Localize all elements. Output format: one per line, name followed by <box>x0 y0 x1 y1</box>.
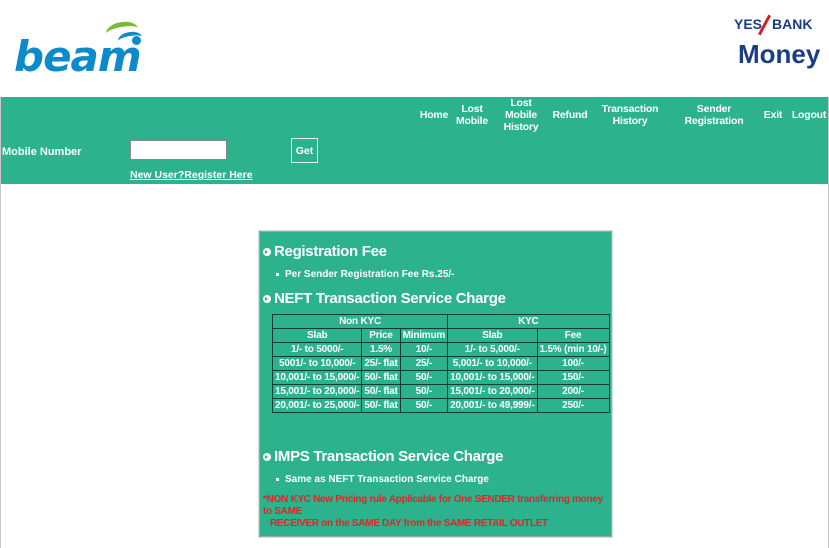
table-cell: 15,001/- to 20,000/- <box>447 384 538 399</box>
note-line-2: RECEIVER on the SAME DAY from the SAME R… <box>270 518 548 529</box>
arrow-bullet-icon <box>263 452 271 461</box>
table-cell: 1.5% (min 10/-) <box>536 342 610 357</box>
column-header: Slab <box>447 328 538 343</box>
table-cell: 50/- <box>399 370 449 385</box>
table-row: 1/- to 5000/- 1.5% 10/- 1/- to 5,000/- 1… <box>271 342 610 357</box>
column-header: Slab <box>271 328 363 343</box>
nav-exit[interactable]: Exit <box>759 97 787 132</box>
table-cell: 50/- <box>399 384 449 399</box>
nav-logout[interactable]: Logout <box>791 97 827 132</box>
registration-fee-title: Registration Fee <box>274 243 387 260</box>
mobile-lookup-bar: Mobile Number Get New User?Register Here <box>1 132 828 184</box>
beam-dot-icon <box>132 36 141 45</box>
kyc-header: KYC <box>447 314 610 329</box>
table-cell: 1.5% <box>361 342 401 357</box>
nav-transaction-history[interactable]: Transaction History <box>590 97 670 132</box>
get-button[interactable]: Get <box>291 138 318 163</box>
column-header: Fee <box>536 328 610 343</box>
column-header: Minimum <box>399 328 449 343</box>
neft-title: NEFT Transaction Service Charge <box>274 290 506 307</box>
table-cell: 50/- flat <box>361 370 401 385</box>
table-cell: 5,001/- to 10,000/- <box>447 356 538 371</box>
non-kyc-header: Non KYC <box>271 314 449 329</box>
beam-logo: beam <box>14 18 154 81</box>
table-cell: 1/- to 5,000/- <box>447 342 538 357</box>
table-cell: 10/- <box>399 342 449 357</box>
table-cell: 50/- flat <box>361 384 401 399</box>
table-cell: 200/- <box>536 384 610 399</box>
table-row: 10,001/- to 15,000/- 50/- flat 50/- 10,0… <box>271 370 610 385</box>
table-cell: 100/- <box>536 356 610 371</box>
yes-logo-text: YES <box>734 16 763 32</box>
service-charges-panel: Registration Fee Per Sender Registration… <box>259 231 612 537</box>
column-header: Price <box>361 328 401 343</box>
bank-logo-text: BANK <box>772 16 813 32</box>
imps-text: Same as NEFT Transaction Service Charge <box>285 474 489 485</box>
square-bullet-icon <box>276 478 279 481</box>
registration-fee-item: Per Sender Registration Fee Rs.25/- <box>276 269 455 280</box>
registration-fee-heading: Registration Fee <box>263 243 387 260</box>
table-row: 15,001/- to 20,000/- 50/- flat 50/- 15,0… <box>271 384 610 399</box>
table-cell: 50/- <box>399 398 449 413</box>
table-cell: 1/- to 5000/- <box>271 342 363 357</box>
square-bullet-icon <box>276 273 279 276</box>
mobile-number-input[interactable] <box>130 140 227 160</box>
neft-heading: NEFT Transaction Service Charge <box>263 290 506 307</box>
table-cell: 5001/- to 10,000/- <box>271 356 363 371</box>
table-row: 20,001/- to 25,000/- 50/- flat 50/- 20,0… <box>271 398 610 413</box>
imps-title: IMPS Transaction Service Charge <box>274 448 504 465</box>
yes-bank-money-logo: YES BANK Money <box>728 14 822 84</box>
table-column-header-row: Slab Price Minimum Slab Fee <box>271 328 610 343</box>
table-cell: 20,001/- to 49,999/- <box>447 398 538 413</box>
register-link[interactable]: New User?Register Here <box>130 169 253 181</box>
table-cell: 250/- <box>536 398 610 413</box>
nav-sender-registration[interactable]: Sender Registration <box>671 97 757 132</box>
top-nav: Home Lost Mobile Lost Mobile History Ref… <box>1 97 828 133</box>
table-cell: 20,001/- to 25,000/- <box>271 398 363 413</box>
pricing-rule-note: *NON KYC New Pricing rule Applicable for… <box>263 494 611 530</box>
table-cell: 25/- flat <box>361 356 401 371</box>
money-logo-text: Money <box>738 39 821 69</box>
table-group-header-row: Non KYC KYC <box>271 314 610 329</box>
imps-heading: IMPS Transaction Service Charge <box>263 448 503 465</box>
nav-home[interactable]: Home <box>414 97 454 132</box>
table-cell: 150/- <box>536 370 610 385</box>
mobile-number-label: Mobile Number <box>2 146 82 158</box>
table-cell: 25/- <box>399 356 449 371</box>
nav-lost-mobile[interactable]: Lost Mobile <box>456 97 488 132</box>
table-row: 5001/- to 10,000/- 25/- flat 25/- 5,001/… <box>271 356 610 371</box>
arrow-bullet-icon <box>263 247 271 256</box>
arrow-bullet-icon <box>263 294 271 303</box>
table-cell: 50/- flat <box>361 398 401 413</box>
header: beam YES BANK Money <box>0 0 829 97</box>
table-cell: 15,001/- to 20,000/- <box>271 384 363 399</box>
note-line-1: *NON KYC New Pricing rule Applicable for… <box>263 494 603 517</box>
imps-item: Same as NEFT Transaction Service Charge <box>276 474 489 485</box>
table-cell: 10,001/- to 15,000/- <box>271 370 363 385</box>
nav-lost-mobile-history[interactable]: Lost Mobile History <box>493 97 549 133</box>
table-cell: 10,001/- to 15,000/- <box>447 370 538 385</box>
nav-refund[interactable]: Refund <box>551 97 589 132</box>
neft-charges-table: Non KYC KYC Slab Price Minimum Slab Fee … <box>271 314 610 413</box>
registration-fee-text: Per Sender Registration Fee Rs.25/- <box>285 269 455 280</box>
